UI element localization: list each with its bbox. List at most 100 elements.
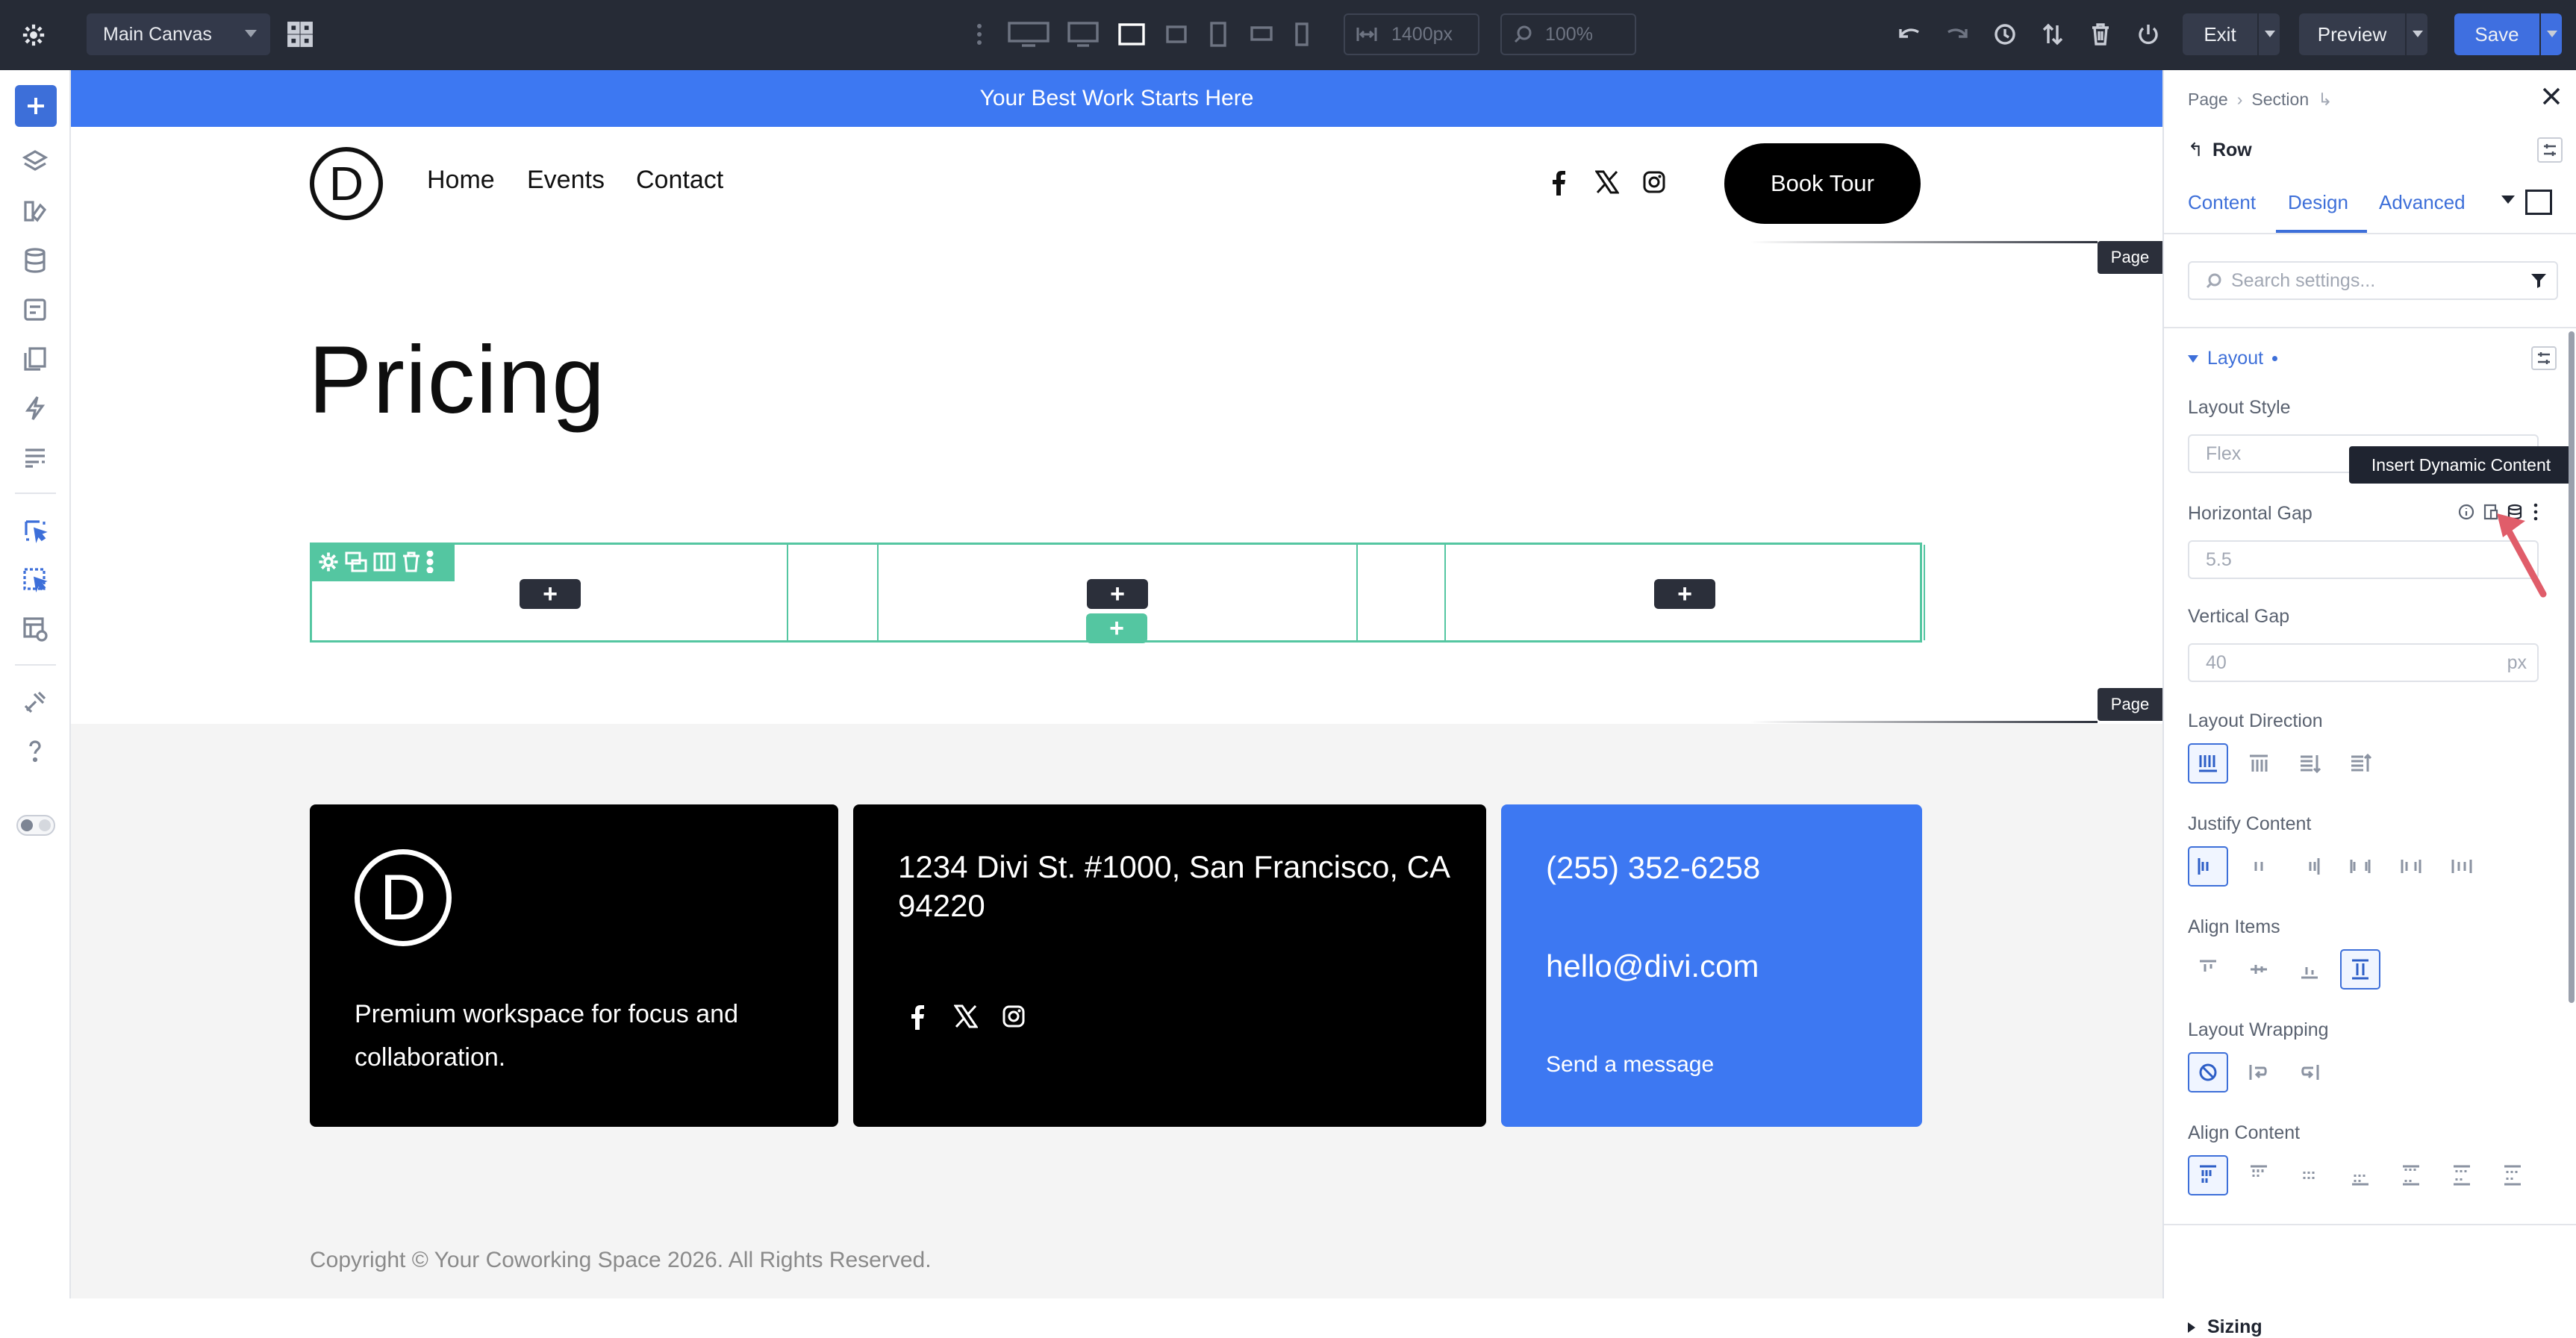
align-content-end-option[interactable]: [2340, 1155, 2380, 1195]
footer-phone[interactable]: (255) 352-6258: [1546, 848, 1760, 887]
group-options-icon[interactable]: [2531, 346, 2557, 370]
desktop-wide-icon[interactable]: [1005, 19, 1052, 49]
mode-toggle[interactable]: [16, 815, 55, 836]
redo-icon[interactable]: [1941, 18, 1974, 51]
lightning-icon[interactable]: [18, 391, 52, 425]
power-icon[interactable]: [2132, 18, 2165, 51]
zoom-field[interactable]: 100%: [1500, 13, 1636, 55]
settings-gear-icon[interactable]: [16, 18, 51, 52]
footer-facebook-icon[interactable]: [911, 1004, 924, 1030]
exit-dropdown-toggle[interactable]: [2257, 13, 2280, 55]
site-logo[interactable]: D: [310, 147, 383, 220]
help-icon[interactable]: [18, 734, 52, 769]
breadcrumb-page[interactable]: Page: [2188, 90, 2228, 110]
canvas-width-field[interactable]: 1400px: [1344, 13, 1479, 55]
instagram-icon[interactable]: [1642, 170, 1668, 196]
add-module-button[interactable]: +: [520, 579, 581, 609]
save-button[interactable]: Save: [2454, 13, 2539, 55]
no-wrap-option[interactable]: [2188, 1052, 2228, 1092]
align-content-between-option[interactable]: [2391, 1155, 2431, 1195]
align-content-start-option[interactable]: [2239, 1155, 2279, 1195]
tab-content[interactable]: Content: [2188, 191, 2256, 214]
vertical-gap-input[interactable]: 40 px: [2188, 643, 2539, 682]
add-module-button[interactable]: +: [1087, 579, 1148, 609]
list-lines-icon[interactable]: [18, 440, 52, 475]
more-dots-icon[interactable]: [970, 19, 988, 49]
breadcrumb-section[interactable]: Section: [2251, 90, 2309, 110]
tablet-small-icon[interactable]: [1163, 21, 1190, 48]
phone-portrait-icon[interactable]: [1291, 19, 1312, 49]
undo-icon[interactable]: [1893, 18, 1926, 51]
tab-advanced[interactable]: Advanced: [2379, 191, 2466, 214]
direction-column-option[interactable]: [2289, 743, 2330, 784]
exit-button[interactable]: Exit: [2183, 13, 2257, 55]
page-tag[interactable]: Page: [2098, 241, 2162, 274]
multi-select-icon[interactable]: [18, 563, 52, 597]
tablet-landscape-icon[interactable]: [1115, 19, 1148, 49]
align-start-option[interactable]: [2188, 949, 2228, 990]
page-settings-icon[interactable]: [18, 293, 52, 327]
tools-icon[interactable]: [18, 685, 52, 719]
row-settings-gear-icon[interactable]: [317, 551, 340, 573]
align-content-center-option[interactable]: [2289, 1155, 2330, 1195]
search-settings-input[interactable]: Search settings...: [2188, 261, 2558, 300]
panel-options-icon[interactable]: [2537, 137, 2563, 163]
add-element-button[interactable]: [15, 85, 57, 127]
close-panel-icon[interactable]: [2542, 87, 2564, 109]
justify-space-evenly-option[interactable]: [2442, 846, 2482, 887]
preview-button[interactable]: Preview: [2299, 13, 2405, 55]
book-tour-button[interactable]: Book Tour: [1724, 143, 1921, 224]
theme-builder-icon[interactable]: [18, 194, 52, 228]
sort-arrows-icon[interactable]: [2036, 18, 2069, 51]
add-module-button[interactable]: +: [1654, 579, 1715, 609]
footer-instagram-icon[interactable]: [1002, 1004, 1026, 1028]
columns-icon[interactable]: [372, 551, 396, 573]
nav-contact[interactable]: Contact: [636, 166, 723, 195]
facebook-icon[interactable]: [1552, 170, 1574, 196]
select-element-icon[interactable]: [18, 513, 52, 548]
pages-icon[interactable]: [18, 342, 52, 376]
justify-start-option[interactable]: [2188, 846, 2228, 887]
align-center-option[interactable]: [2239, 949, 2279, 990]
x-twitter-icon[interactable]: [1595, 170, 1621, 196]
align-content-stretch-option[interactable]: [2188, 1155, 2228, 1195]
nav-events[interactable]: Events: [527, 166, 605, 195]
tablet-portrait-icon[interactable]: [1206, 18, 1230, 51]
justify-space-around-option[interactable]: [2391, 846, 2431, 887]
horizontal-gap-input[interactable]: 5.5: [2188, 540, 2539, 579]
tab-more-chevron-icon[interactable]: [2501, 196, 2515, 204]
panel-scrollbar[interactable]: [2569, 331, 2575, 1003]
direction-row-option[interactable]: [2188, 743, 2228, 784]
justify-space-between-option[interactable]: [2340, 846, 2380, 887]
delete-row-icon[interactable]: [401, 551, 422, 573]
sizing-group-header[interactable]: Sizing: [2188, 1316, 2262, 1338]
database-icon[interactable]: [18, 243, 52, 278]
duplicate-icon[interactable]: [344, 551, 368, 573]
preview-dropdown-toggle[interactable]: [2405, 13, 2427, 55]
save-dropdown-toggle[interactable]: [2539, 13, 2562, 55]
align-content-around-option[interactable]: [2442, 1155, 2482, 1195]
panel-layout-toggle-icon[interactable]: [2525, 190, 2552, 215]
history-clock-icon[interactable]: [1989, 18, 2021, 51]
wrap-option[interactable]: [2239, 1052, 2279, 1092]
align-end-option[interactable]: [2289, 949, 2330, 990]
page-tag[interactable]: Page: [2098, 688, 2162, 721]
direction-row-reverse-option[interactable]: [2239, 743, 2279, 784]
layout-library-icon[interactable]: [18, 612, 52, 646]
info-icon[interactable]: [2457, 503, 2475, 521]
tab-design[interactable]: Design: [2288, 191, 2348, 214]
send-message-link[interactable]: Send a message: [1546, 1045, 1714, 1084]
grid-view-icon[interactable]: [282, 16, 318, 52]
align-content-evenly-option[interactable]: [2492, 1155, 2533, 1195]
layers-icon[interactable]: [18, 145, 52, 179]
wrap-reverse-option[interactable]: [2289, 1052, 2330, 1092]
trash-icon[interactable]: [2084, 18, 2117, 51]
row-more-icon[interactable]: [426, 551, 434, 573]
footer-x-twitter-icon[interactable]: [954, 1004, 978, 1028]
add-row-button[interactable]: +: [1086, 613, 1147, 643]
nav-home[interactable]: Home: [427, 166, 495, 195]
filter-icon[interactable]: [2530, 272, 2548, 290]
direction-column-reverse-option[interactable]: [2340, 743, 2380, 784]
back-arrow-icon[interactable]: ↰: [2188, 139, 2204, 161]
footer-email[interactable]: hello@divi.com: [1546, 946, 1759, 986]
